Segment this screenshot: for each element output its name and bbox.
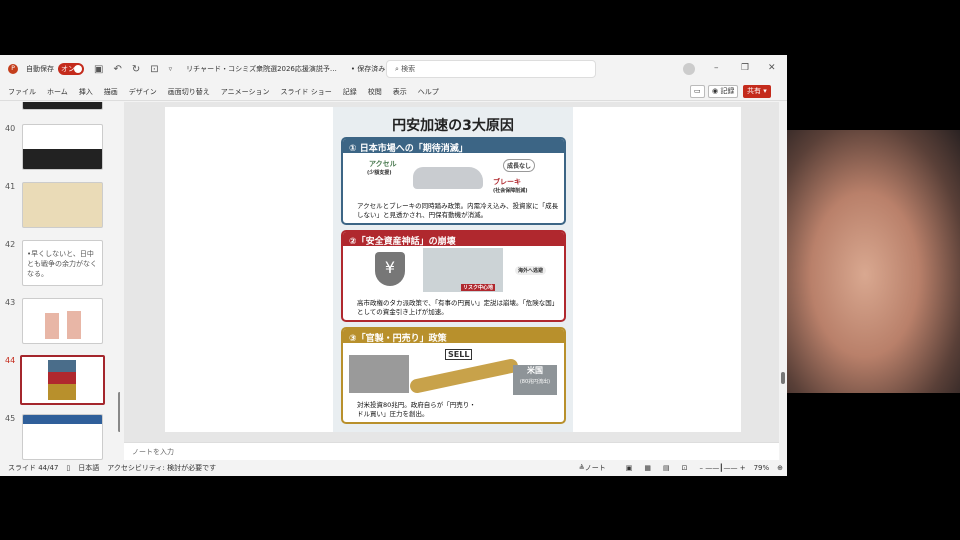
brake-sub: (社会保障削減) (493, 188, 528, 194)
restore-button[interactable]: ❐ (741, 63, 749, 73)
coin-stream (408, 357, 520, 395)
section-body: アクセルとブレーキの同時踏み政策。内需冷え込み、投資家に「成長しない」と見透かさ… (357, 202, 559, 219)
usa-box: 米国 (80兆円流出) (513, 365, 557, 395)
share-button[interactable]: 共有 ▾ (743, 85, 771, 98)
tab-review[interactable]: 校閲 (368, 87, 382, 97)
autosave-toggle[interactable]: オン (58, 63, 84, 75)
tab-help[interactable]: ヘルプ (418, 87, 439, 97)
slide-thumbnail-44-selected[interactable] (20, 355, 105, 405)
language-status[interactable]: 日本語 (78, 463, 99, 473)
minimize-button[interactable]: – (714, 63, 719, 73)
webcam-overlay (787, 130, 960, 393)
slide-number: 41 (5, 182, 16, 191)
tab-draw[interactable]: 描画 (104, 87, 118, 97)
risk-center-label: リスク中心地 (461, 284, 496, 291)
slide-counter: スライド 44/47 (8, 464, 59, 472)
save-icon[interactable]: ▣ (94, 64, 103, 75)
accessibility-status[interactable]: アクセシビリティ: 検討が必要です (107, 463, 216, 473)
customize-qat-icon[interactable]: ▿ (169, 65, 173, 73)
diet-building-illustration (349, 355, 409, 393)
section-body: 高市政権のタカ派政策で、「有事の円買い」定説は崩壊。「危険な国」としての資金引き… (357, 299, 559, 316)
account-avatar[interactable] (683, 63, 695, 75)
tab-slideshow[interactable]: スライド ショー (281, 87, 332, 97)
notes-input[interactable]: ノートを入力 (124, 442, 779, 460)
slide-infographic: 円安加速の3大原因 ① 日本市場への「期待消滅」 アクセル (少額支援) ブレー… (333, 107, 573, 432)
capital-flight-cloud: 海外へ逃避 (515, 266, 547, 275)
close-button[interactable]: ✕ (768, 63, 776, 73)
ribbon-tabs: ファイル ホーム 挿入 描画 デザイン 画面切り替え アニメーション スライド … (0, 83, 787, 101)
powerpoint-window: P 自動保存 オン ▣ ↶ ↻ ⊡ ▿ リチャード・コシミズ衆院選2026応援演… (0, 55, 787, 476)
undo-icon[interactable]: ↶ (113, 64, 121, 75)
tab-view[interactable]: 表示 (393, 87, 407, 97)
slide-thumbnail-pane: 40 41 42 •早くしないと、日中とも戦争の余力がなくなる。 43 44 4… (0, 102, 120, 460)
section-body: 対米投資80兆円。政府自らが「円売り・ドル買い」圧力を創出。 (357, 401, 476, 418)
broken-yen-shield-icon: ¥ (375, 252, 405, 286)
editor-scrollbar[interactable] (779, 102, 787, 442)
section-3: ③「官製・円売り」政策 SELL 米国 (80兆円流出) 対米投資80兆円。政府自… (341, 327, 566, 424)
slide-thumbnail-42[interactable]: •早くしないと、日中とも戦争の余力がなくなる。 (22, 240, 103, 286)
notes-toggle-button[interactable]: ≜ノート (579, 463, 606, 473)
accel-label: アクセル (369, 160, 397, 168)
tab-animations[interactable]: アニメーション (221, 87, 270, 97)
tab-design[interactable]: デザイン (129, 87, 157, 97)
record-button[interactable]: ◉ 記録 (708, 85, 739, 98)
car-illustration (413, 167, 483, 189)
zoom-slider[interactable]: – ——┃—— + (700, 464, 746, 472)
search-input[interactable]: ⌕ 検索 (386, 60, 596, 78)
slide-thumbnail-45[interactable] (22, 414, 103, 460)
section-heading: ① 日本市場への「期待消滅」 (343, 139, 564, 154)
autosave-label: 自動保存 (26, 65, 54, 73)
powerpoint-logo-icon: P (8, 64, 18, 74)
tab-transitions[interactable]: 画面切り替え (168, 87, 210, 97)
section-heading: ③「官製・円売り」政策 (343, 329, 564, 344)
tab-home[interactable]: ホーム (47, 87, 68, 97)
slideshow-icon[interactable]: ⊡ (682, 464, 688, 472)
brake-label: ブレーキ (493, 178, 521, 186)
title-bar: P 自動保存 オン ▣ ↶ ↻ ⊡ ▿ リチャード・コシミズ衆院選2026応援演… (0, 55, 787, 83)
document-title[interactable]: リチャード・コシミズ衆院選2026応援演説予… (186, 64, 337, 74)
zoom-level[interactable]: 79% (754, 464, 770, 472)
section-heading: ②「安全資産神話」の崩壊 (343, 232, 564, 247)
comment-icon[interactable]: ▭ (690, 85, 705, 98)
thumbnail-text: •早くしないと、日中とも戦争の余力がなくなる。 (27, 250, 97, 278)
status-bar: スライド 44/47 ▯ 日本語 アクセシビリティ: 検討が必要です ≜ノート … (0, 460, 787, 476)
sell-sign: SELL (445, 349, 473, 360)
section-1: ① 日本市場への「期待消滅」 アクセル (少額支援) ブレーキ (社会保障削減)… (341, 137, 566, 225)
tab-file[interactable]: ファイル (8, 87, 36, 97)
slide-thumbnail-43[interactable] (22, 298, 103, 344)
thumbnail-scrollbar[interactable] (118, 392, 120, 432)
slide-number: 40 (5, 124, 16, 133)
redo-icon[interactable]: ↻ (132, 64, 140, 75)
notes-placeholder: ノートを入力 (132, 448, 174, 456)
slide-number: 44 (5, 356, 16, 365)
spellcheck-icon[interactable]: ▯ (66, 464, 70, 472)
reading-view-icon[interactable]: ▤ (663, 464, 670, 472)
normal-view-icon[interactable]: ▣ (626, 464, 633, 472)
usa-sub: (80兆円流出) (519, 379, 551, 385)
slide-number: 42 (5, 240, 16, 249)
section-2: ②「安全資産神話」の崩壊 ¥ リスク中心地 海外へ逃避 高市政権のタカ派政策で、… (341, 230, 566, 322)
slide-editor: 円安加速の3大原因 ① 日本市場への「期待消滅」 アクセル (少額支援) ブレー… (124, 102, 779, 442)
slide-canvas[interactable]: 円安加速の3大原因 ① 日本市場への「期待消滅」 アクセル (少額支援) ブレー… (165, 107, 741, 432)
tab-insert[interactable]: 挿入 (79, 87, 93, 97)
accel-sub: (少額支援) (367, 170, 392, 176)
slide-thumbnail-41[interactable] (22, 182, 103, 228)
slide-number: 43 (5, 298, 16, 307)
present-icon[interactable]: ⊡ (150, 64, 158, 75)
fit-slide-icon[interactable]: ⊕ (777, 464, 783, 472)
slide-thumbnail-39[interactable] (22, 102, 103, 110)
tab-record[interactable]: 記録 (343, 87, 357, 97)
slide-number: 45 (5, 414, 16, 423)
slide-sorter-icon[interactable]: ▦ (644, 464, 651, 472)
search-placeholder: 検索 (401, 65, 416, 73)
no-growth-cloud: 成長なし (503, 159, 536, 172)
usa-label: 米国 (527, 366, 543, 375)
slide-title: 円安加速の3大原因 (392, 118, 514, 134)
slide-thumbnail-40[interactable] (22, 124, 103, 170)
